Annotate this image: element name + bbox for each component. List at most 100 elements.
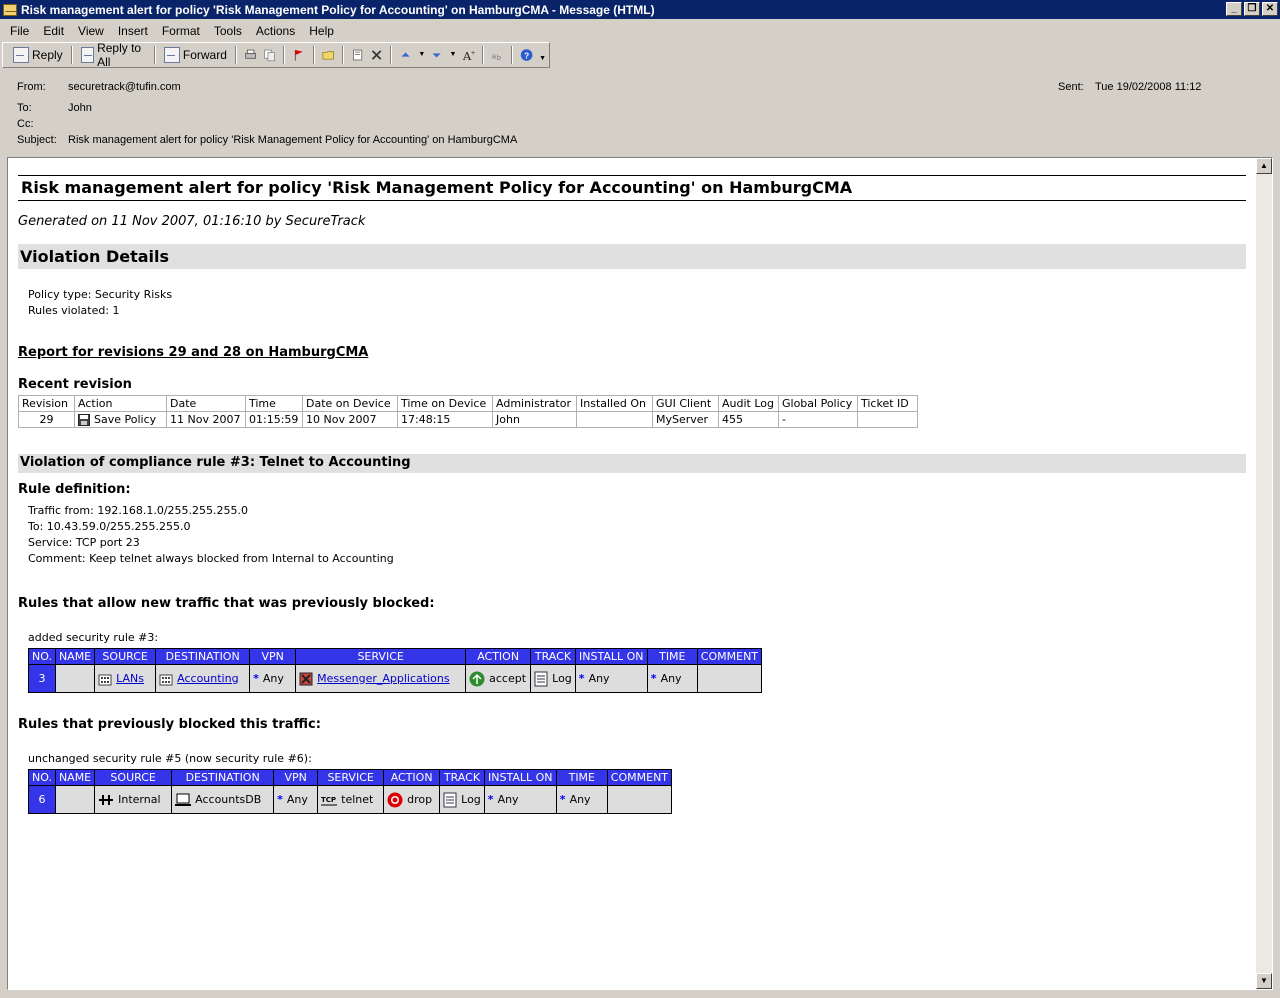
scroll-down-button[interactable]: ▼ <box>1256 973 1272 989</box>
generated-line: Generated on 11 Nov 2007, 01:16:10 by Se… <box>18 214 366 229</box>
menu-help[interactable]: Help <box>309 24 334 38</box>
from-value[interactable]: securetrack@tufin.com <box>68 81 181 93</box>
close-button[interactable]: ✕ <box>1262 2 1278 16</box>
any-icon: * <box>487 793 494 806</box>
log-icon <box>534 671 548 686</box>
print-icon[interactable] <box>244 47 257 63</box>
table-header-cell: TRACK <box>439 769 485 786</box>
save-icon <box>78 414 90 426</box>
font-size-icon[interactable]: A + <box>462 47 475 63</box>
any-icon: * <box>277 793 283 806</box>
window-title: Risk management alert for policy 'Risk M… <box>21 2 655 17</box>
reply-icon <box>13 47 29 63</box>
revision-audit-log: 455 <box>718 411 779 428</box>
scroll-up-button[interactable]: ▲ <box>1256 158 1272 174</box>
table-header-cell: COMMENT <box>696 648 763 665</box>
rule-definition-heading: Rule definition: <box>18 482 131 497</box>
violation-rule-bar: Violation of compliance rule #3: Telnet … <box>18 454 1246 473</box>
traffic-to: To: 10.43.59.0/255.255.255.0 <box>28 520 191 533</box>
menu-file[interactable]: File <box>10 24 29 38</box>
table-header-cell: Ticket ID <box>857 395 918 412</box>
table-header-cell: TIME <box>646 648 698 665</box>
table-header-cell: ACTION <box>383 769 441 786</box>
table-header-cell: TIME <box>555 769 608 786</box>
save-as-icon[interactable] <box>351 47 364 63</box>
message-body[interactable]: Risk management alert for policy 'Risk M… <box>7 157 1273 990</box>
destination-link[interactable]: Accounting <box>177 672 238 685</box>
table-header-cell: INSTALL ON <box>574 648 648 665</box>
blocked-heading: Rules that previously blocked this traff… <box>18 717 321 732</box>
report-link[interactable]: Report for revisions 29 and 28 on Hambur… <box>18 345 368 360</box>
table-header-cell: Date <box>166 395 246 412</box>
any-icon: * <box>559 793 566 806</box>
previous-item-icon[interactable] <box>399 47 412 63</box>
vertical-scrollbar[interactable]: ▲ ▼ <box>1256 158 1272 989</box>
previous-dropdown-icon[interactable]: ▼ <box>418 47 425 63</box>
table-header-cell: NO. <box>28 769 56 786</box>
time-value: Any <box>660 672 682 685</box>
toolbar-separator <box>510 46 513 64</box>
source-link[interactable]: LANs <box>116 672 144 685</box>
network-icon <box>99 794 114 805</box>
table-header-cell: NAME <box>54 648 96 665</box>
allow-rule-table: NO. NAME SOURCE DESTINATION VPN SERVICE … <box>28 648 763 693</box>
toolbar-separator <box>341 46 344 64</box>
minimize-button[interactable]: _ <box>1226 2 1242 16</box>
toolbar-options-icon[interactable]: ▼ <box>539 47 546 63</box>
allow-heading: Rules that allow new traffic that was pr… <box>18 596 435 611</box>
track-value: Log <box>461 792 481 806</box>
action-value: accept <box>489 671 527 685</box>
next-item-icon[interactable] <box>430 47 443 63</box>
table-row: 6 Internal AccountsDB * Any TCP telnet dro… <box>28 785 673 814</box>
traffic-from: Traffic from: 192.168.1.0/255.255.255.0 <box>28 504 249 517</box>
message-header: From: securetrack@tufin.com Sent: Tue 19… <box>0 70 1280 156</box>
action-value: drop <box>407 792 433 806</box>
table-header-cell: Date on Device <box>302 395 398 412</box>
table-header-cell: SERVICE <box>317 769 385 786</box>
service-group-icon <box>299 672 313 685</box>
allow-rule-header: NO. NAME SOURCE DESTINATION VPN SERVICE … <box>28 648 763 665</box>
service-link[interactable]: Messenger_Applications <box>317 672 449 685</box>
time-value: Any <box>569 793 591 806</box>
rule-vpn: * Any <box>273 785 319 814</box>
revision-time: 01:15:59 <box>245 411 303 428</box>
delete-icon[interactable] <box>370 47 383 63</box>
next-dropdown-icon[interactable]: ▼ <box>450 47 457 63</box>
reply-all-icon <box>80 47 95 63</box>
report-link-wrap: Report for revisions 29 and 28 on Hambur… <box>18 345 368 360</box>
recent-revision-heading: Recent revision <box>18 377 132 392</box>
subject-value: Risk management alert for policy 'Risk M… <box>68 134 518 146</box>
install-on-value: Any <box>497 793 519 806</box>
revision-date: 11 Nov 2007 <box>166 411 246 428</box>
copy-icon[interactable] <box>263 47 276 63</box>
help-icon[interactable]: ? <box>520 47 533 63</box>
forward-button[interactable]: Forward <box>160 44 231 66</box>
network-group-icon <box>159 674 173 685</box>
svg-text:b: b <box>496 53 500 62</box>
added-rule-label: added security rule #3: <box>28 631 159 644</box>
menu-edit[interactable]: Edit <box>43 24 64 38</box>
restore-button[interactable]: ❐ <box>1244 2 1260 16</box>
rule-install-on: * Any <box>483 785 557 814</box>
to-value[interactable]: John <box>68 102 92 114</box>
menu-actions[interactable]: Actions <box>256 24 295 38</box>
toolbar-separator <box>481 46 484 64</box>
subject-label: Subject: <box>17 134 57 146</box>
reply-all-button[interactable]: Reply to All <box>77 41 150 69</box>
table-header-cell: NAME <box>54 769 96 786</box>
move-to-folder-icon[interactable] <box>321 47 335 63</box>
svg-text:?: ? <box>524 51 529 60</box>
reply-button[interactable]: Reply <box>9 44 67 66</box>
destination-value: AccountsDB <box>195 792 262 806</box>
flag-icon[interactable] <box>292 47 305 63</box>
blocked-rule-table: NO. NAME SOURCE DESTINATION VPN SERVICE … <box>28 769 673 814</box>
svg-text:TCP: TCP <box>321 796 336 804</box>
menu-format[interactable]: Format <box>162 24 200 38</box>
menu-insert[interactable]: Insert <box>118 24 148 38</box>
revision-action: Save Policy <box>74 411 167 428</box>
toolbar-separator <box>234 46 237 64</box>
address-book-icon[interactable]: ab <box>491 47 504 63</box>
reply-all-label: Reply to All <box>97 41 142 69</box>
menu-view[interactable]: View <box>78 24 104 38</box>
menu-tools[interactable]: Tools <box>214 24 242 38</box>
